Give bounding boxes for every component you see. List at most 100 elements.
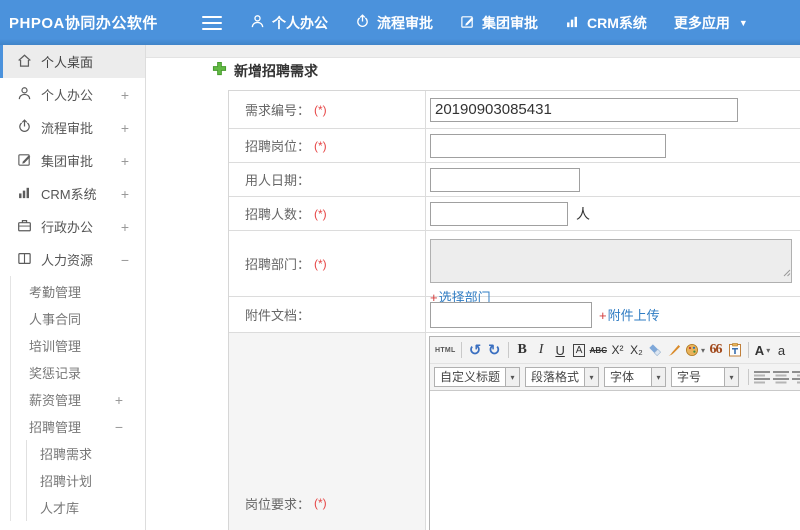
sidebar-item-recruit-demand[interactable]: 招聘需求 [27, 440, 145, 467]
expand-icon[interactable]: + [121, 219, 129, 235]
collapse-icon[interactable]: − [115, 419, 123, 435]
position-input[interactable] [430, 133, 666, 158]
sidebar-item-recruit-plan[interactable]: 招聘计划 [27, 467, 145, 494]
sidebar-label: 个人办公 [41, 88, 94, 103]
plus-icon: + [599, 308, 607, 323]
sidebar-label: 奖惩记录 [29, 366, 82, 381]
nav-workflow-approval[interactable]: 流程审批 [355, 13, 433, 33]
field-label: 招聘部门： (*) [229, 231, 426, 296]
undo-button[interactable]: ↺ [467, 340, 484, 360]
expand-icon[interactable]: + [121, 120, 129, 136]
align-center-button[interactable] [773, 367, 790, 387]
expand-icon[interactable]: + [121, 186, 129, 202]
sidebar-item-group-approval[interactable]: 集团审批 + [0, 144, 145, 177]
recruit-submenu: 招聘需求 招聘计划 人才库 [26, 440, 145, 521]
nav-more-apps[interactable]: 更多应用 ▼ [674, 13, 748, 33]
headcount-input[interactable] [430, 201, 568, 226]
recruit-demand-form: 需求编号：(*) 招聘岗位：(*) 用人日期： 招聘人数：(*) [228, 90, 800, 530]
italic-button[interactable]: I [533, 340, 550, 360]
app-header: PHPOA协同办公软件 个人办公 流程审批 集团审批 CRM系统 更多应用 ▼ [0, 0, 800, 45]
user-icon [17, 86, 41, 104]
upload-attachment-link[interactable]: +附件上传 [599, 305, 660, 324]
font-style-button[interactable]: A [572, 343, 586, 357]
field-label: 需求编号： (*) [229, 91, 426, 128]
hr-submenu: 考勤管理 人事合同 培训管理 奖惩记录 薪资管理 + 招聘管理 − 招聘需求 招… [10, 276, 145, 521]
nav-personal-office[interactable]: 个人办公 [250, 13, 328, 33]
format-brush-button[interactable] [666, 340, 683, 360]
sidebar-item-human-resources[interactable]: 人力资源 − [0, 243, 145, 276]
hire-date-input[interactable] [430, 167, 580, 192]
sidebar-label: 培训管理 [29, 339, 82, 354]
font-color-button[interactable]: A ▾ [754, 340, 771, 360]
required-mark: (*) [314, 138, 327, 153]
menu-toggle-icon[interactable] [202, 15, 222, 30]
sidebar-item-workflow-approval[interactable]: 流程审批 + [0, 111, 145, 144]
sidebar-label: 行政办公 [41, 220, 94, 235]
form-row-hire-date: 用人日期： [229, 163, 800, 197]
rich-text-editor: HTML ↺ ↻ B I U A ABC X² X₂ ▾ 66 A ▾ a 自定… [429, 336, 800, 530]
paragraph-format-select[interactable]: 段落格式 ▾ [525, 367, 600, 387]
caret-down-icon: ▾ [766, 345, 771, 355]
toolbar-separator [748, 342, 749, 358]
custom-title-select[interactable]: 自定义标题 ▾ [434, 367, 521, 387]
font-background-button[interactable]: a [773, 340, 790, 360]
caret-down-icon: ▾ [724, 368, 739, 386]
field-label: 招聘人数： (*) [229, 197, 426, 230]
sidebar-item-recruit-mgmt[interactable]: 招聘管理 − [11, 413, 145, 440]
edit-icon [460, 14, 482, 32]
paste-button[interactable] [726, 340, 743, 360]
blockquote-button[interactable]: 66 [707, 340, 724, 360]
attachment-input[interactable] [430, 301, 592, 328]
field-label: 岗位要求： (*) [229, 333, 426, 530]
workflow-icon [355, 13, 377, 32]
align-left-button[interactable] [754, 367, 771, 387]
sidebar-item-hr-contract[interactable]: 人事合同 [11, 305, 145, 332]
color-palette-button[interactable]: ▾ [685, 340, 705, 360]
nav-group-approval[interactable]: 集团审批 [460, 13, 538, 33]
nav-crm-system[interactable]: CRM系统 [565, 13, 647, 33]
editor-toolbar-row2: 自定义标题 ▾ 段落格式 ▾ 字体 ▾ 字号 ▾ [430, 364, 800, 391]
book-icon [17, 251, 41, 269]
home-icon [17, 53, 41, 71]
sidebar-item-attendance[interactable]: 考勤管理 [11, 278, 145, 305]
resize-grip-icon[interactable] [783, 264, 791, 282]
font-size-select[interactable]: 字号 ▾ [671, 367, 740, 387]
collapse-icon[interactable]: − [121, 252, 129, 268]
expand-icon[interactable]: + [115, 392, 123, 408]
briefcase-icon [17, 218, 41, 236]
department-textarea[interactable] [430, 239, 792, 283]
font-family-select[interactable]: 字体 ▾ [604, 367, 667, 387]
toolbar-separator [460, 342, 462, 358]
sidebar-item-talent-pool[interactable]: 人才库 [27, 494, 145, 521]
underline-button[interactable]: U [552, 340, 569, 360]
sidebar-item-desktop[interactable]: 个人桌面 [0, 45, 145, 78]
eraser-button[interactable] [647, 340, 664, 360]
editor-toolbar-row1: HTML ↺ ↻ B I U A ABC X² X₂ ▾ 66 A ▾ a [430, 337, 800, 364]
sidebar-item-crm-system[interactable]: CRM系统 + [0, 177, 145, 210]
sidebar-label: 个人桌面 [41, 55, 94, 70]
nav-label: CRM系统 [587, 14, 647, 31]
bold-button[interactable]: B [514, 340, 531, 360]
workflow-icon [17, 118, 41, 137]
sidebar-item-admin-office[interactable]: 行政办公 + [0, 210, 145, 243]
align-right-button[interactable] [792, 367, 800, 387]
strikethrough-button[interactable]: ABC [590, 340, 607, 360]
sidebar: 个人桌面 个人办公 + 流程审批 + 集团审批 + CRM系统 + 行政办公 +… [0, 45, 146, 530]
required-mark: (*) [314, 496, 327, 510]
expand-icon[interactable]: + [121, 153, 129, 169]
demand-no-input[interactable] [430, 97, 738, 122]
redo-button[interactable]: ↻ [486, 340, 503, 360]
html-source-button[interactable]: HTML [435, 340, 456, 360]
sidebar-item-personal-office[interactable]: 个人办公 + [0, 78, 145, 111]
editor-content[interactable] [430, 391, 800, 530]
sidebar-item-rewards[interactable]: 奖惩记录 [11, 359, 145, 386]
caret-down-icon: ▾ [584, 368, 599, 386]
sidebar-item-training[interactable]: 培训管理 [11, 332, 145, 359]
caret-down-icon: ▾ [505, 368, 520, 386]
sidebar-label: 人力资源 [41, 253, 94, 268]
subscript-button[interactable]: X₂ [628, 340, 645, 360]
expand-icon[interactable]: + [121, 87, 129, 103]
edit-icon [17, 152, 41, 170]
sidebar-item-salary[interactable]: 薪资管理 + [11, 386, 145, 413]
superscript-button[interactable]: X² [609, 340, 626, 360]
